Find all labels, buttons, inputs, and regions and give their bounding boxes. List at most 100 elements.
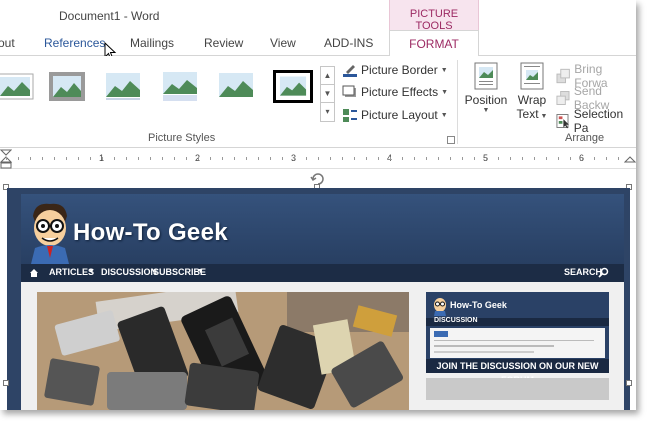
ruler-tick — [486, 157, 487, 160]
picture-style-2[interactable] — [48, 71, 86, 102]
forum-banner: How-To Geek DISCUSSION JOIN THE DISCUSSI… — [426, 292, 609, 385]
horizontal-ruler[interactable]: 1 2 3 4 5 6 — [0, 149, 636, 169]
picture-layout-label: Picture Layout — [361, 108, 438, 122]
ruler-tick — [54, 157, 55, 160]
tab-references[interactable]: References — [44, 36, 105, 50]
picture-effects-button[interactable]: Picture Effects ▼ — [342, 84, 448, 100]
ruler-tick — [294, 157, 295, 160]
htg-nav-search: SEARCH — [564, 267, 603, 277]
word-window: Document1 - Word PICTURE TOOLS out Refer… — [0, 0, 636, 410]
tab-format[interactable]: FORMAT — [389, 30, 479, 57]
position-button[interactable]: Position ▼ — [463, 62, 509, 114]
ruler-tick — [246, 157, 247, 160]
picture-style-4[interactable] — [161, 71, 199, 102]
ruler-tick — [546, 157, 547, 160]
ruler-tick — [42, 157, 43, 160]
htg-nav-discussion: DISCUSSION — [101, 267, 158, 277]
document-area[interactable]: How-To Geek ARTICLES ▼ DISCUSSION SUBSCR… — [0, 170, 636, 410]
ruler-tick — [66, 157, 67, 160]
sidebar-placeholder — [426, 378, 609, 400]
geek-mascot-icon — [31, 203, 69, 264]
gallery-more-icon[interactable]: ▾ — [321, 103, 334, 121]
picture-layout-button[interactable]: Picture Layout ▼ — [342, 107, 448, 123]
resize-handle[interactable] — [3, 380, 9, 386]
wrap-text-label-2: Text — [516, 107, 539, 121]
ruler-tick — [6, 157, 7, 160]
htg-nav-articles-caret-icon: ▼ — [88, 268, 95, 275]
ruler-tick — [210, 157, 211, 160]
ruler-tick — [222, 157, 223, 160]
gallery-up-icon[interactable]: ▲ — [321, 67, 334, 85]
htg-site-name: How-To Geek — [73, 219, 228, 246]
ruler-tick — [354, 157, 355, 160]
tab-add-ins[interactable]: ADD-INS — [324, 36, 373, 50]
ruler-tick — [318, 157, 319, 160]
bring-forward-icon — [556, 68, 570, 84]
picture-border-caret-icon: ▼ — [440, 66, 448, 74]
picture-style-3[interactable] — [104, 71, 142, 102]
right-indent-marker-icon[interactable] — [624, 149, 636, 169]
picture-style-1[interactable] — [0, 71, 34, 102]
picture-styles-dialog-launcher-icon[interactable] — [447, 136, 455, 144]
ruler-tick — [558, 157, 559, 160]
ruler-tick — [462, 157, 463, 160]
ruler-tick — [114, 157, 115, 160]
selection-pane-icon — [556, 114, 569, 129]
ruler-tick — [498, 157, 499, 160]
wrap-text-button[interactable]: Wrap Text ▼ — [512, 62, 552, 121]
ruler-tick — [378, 157, 379, 160]
tab-layout[interactable]: out — [0, 36, 15, 50]
picture-style-6-selected[interactable] — [273, 70, 313, 103]
ruler-tick — [618, 157, 619, 160]
ruler-tick — [594, 157, 595, 160]
ruler-tick — [102, 157, 103, 160]
title-bar: Document1 - Word PICTURE TOOLS — [0, 0, 636, 32]
gallery-down-icon[interactable]: ▼ — [321, 85, 334, 103]
picture-border-label: Picture Border — [361, 63, 438, 77]
send-backward-icon — [556, 91, 570, 105]
picture-layout-caret-icon: ▼ — [440, 111, 448, 119]
picture-style-5[interactable] — [217, 71, 255, 102]
position-label: Position — [464, 93, 508, 107]
arrange-group-label: Arrange — [565, 132, 605, 144]
ruler-tick — [198, 157, 199, 160]
tab-view[interactable]: View — [270, 36, 296, 50]
selected-picture[interactable]: How-To Geek ARTICLES ▼ DISCUSSION SUBSCR… — [7, 188, 630, 410]
wrap-text-caret-icon: ▼ — [538, 113, 548, 120]
selection-pane-label: Selection Pa — [573, 107, 624, 135]
ruler-tick — [510, 157, 511, 160]
ruler-tick — [282, 157, 283, 160]
ruler-tick — [426, 157, 427, 160]
group-divider — [457, 60, 458, 144]
ruler-tick — [234, 157, 235, 160]
tab-review[interactable]: Review — [204, 36, 243, 50]
ruler-tick — [126, 157, 127, 160]
phones-pile-image — [37, 292, 409, 410]
tab-mailings[interactable]: Mailings — [130, 36, 174, 50]
ruler-tick — [606, 157, 607, 160]
picture-styles-group-label: Picture Styles — [148, 132, 216, 144]
position-caret-icon: ▼ — [482, 107, 490, 114]
ruler-tick — [438, 157, 439, 160]
selection-pane-button[interactable]: Selection Pa — [556, 107, 636, 135]
ruler-tick — [474, 157, 475, 160]
ruler-tick — [138, 157, 139, 160]
htg-header: How-To Geek — [21, 194, 624, 264]
banner-mascot-icon — [434, 298, 446, 316]
ruler-tick — [582, 157, 583, 160]
ruler-tick — [150, 157, 151, 160]
htg-nav-bar: ARTICLES ▼ DISCUSSION SUBSCRIBE ▼ SEARCH — [21, 264, 624, 282]
ruler-tick — [18, 157, 19, 160]
rotate-handle-icon[interactable] — [310, 170, 326, 186]
picture-layout-icon — [343, 109, 357, 122]
ruler-tick — [534, 157, 535, 160]
ruler-tick — [174, 157, 175, 160]
banner-site-name: How-To Geek — [450, 300, 507, 310]
ribbon-tabs: out References Mailings Review View ADD-… — [0, 30, 636, 61]
picture-tools-label: PICTURE TOOLS — [409, 8, 459, 32]
banner-section: DISCUSSION — [434, 317, 478, 324]
ruler-tick — [270, 157, 271, 160]
resize-handle[interactable] — [626, 380, 632, 386]
ruler-tick — [162, 157, 163, 160]
picture-border-button[interactable]: Picture Border ▼ — [342, 62, 448, 78]
